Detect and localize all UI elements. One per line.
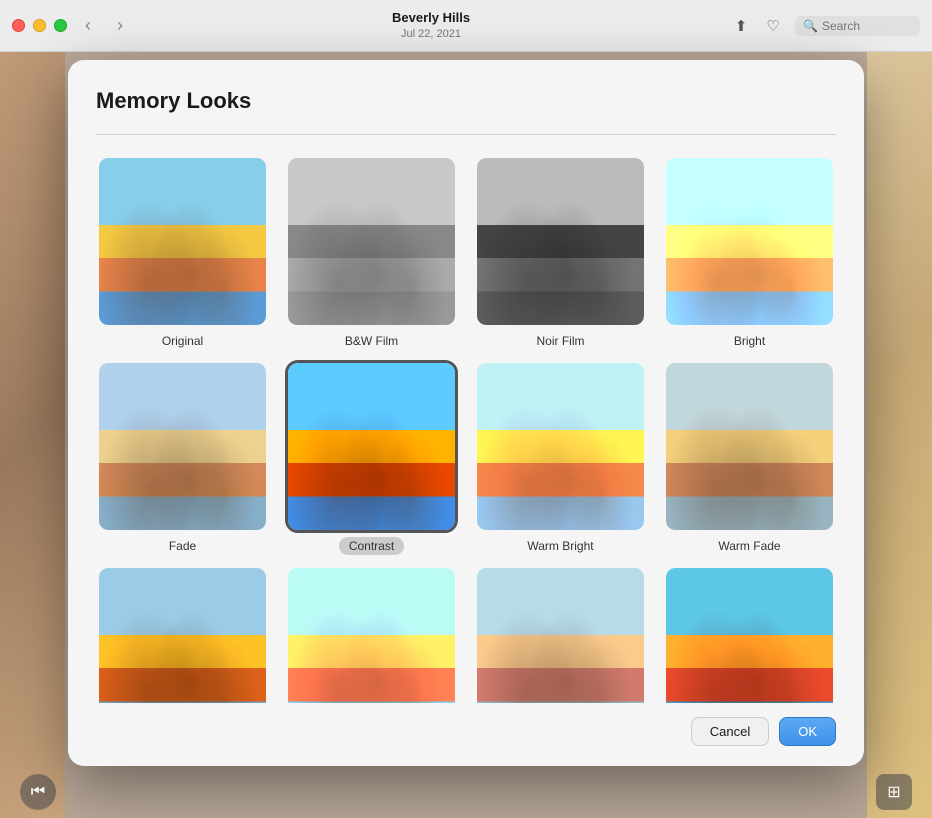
look-item-contrast[interactable]: Contrast [285, 360, 458, 553]
divider [96, 134, 836, 135]
skip-back-button[interactable]: ⏮ [20, 774, 56, 810]
window-subtitle: Jul 22, 2021 [401, 27, 461, 41]
window-title-area: Beverly Hills Jul 22, 2021 [131, 10, 731, 41]
search-icon: 🔍 [803, 19, 818, 33]
memory-looks-modal: Memory Looks Original B&W Film Noir Film Br… [68, 60, 864, 766]
thumb-contrast [288, 363, 455, 530]
traffic-lights [12, 19, 67, 32]
maximize-button[interactable] [54, 19, 67, 32]
look-item-cool-bright[interactable]: Cool Bright [285, 565, 458, 703]
thumb-original [99, 158, 266, 325]
thumb-wrap-bright [663, 155, 836, 328]
thumb-wrap-bw-film [285, 155, 458, 328]
thumb-wrap-warm-fade [663, 360, 836, 533]
look-item-bw-film[interactable]: B&W Film [285, 155, 458, 348]
ok-button[interactable]: OK [779, 717, 836, 746]
forward-arrow-icon[interactable]: › [109, 11, 131, 40]
looks-grid: Original B&W Film Noir Film Bright Fade Contr… [96, 155, 836, 703]
bottom-bar: ⏮ ⊞ [0, 766, 932, 818]
thumb-wrap-warm-bright [474, 360, 647, 533]
thumb-bright [666, 158, 833, 325]
thumb-noir-film [477, 158, 644, 325]
close-button[interactable] [12, 19, 25, 32]
look-label-fade: Fade [169, 539, 196, 553]
thumb-cool-contrast [666, 568, 833, 703]
thumb-wrap-fade [96, 360, 269, 533]
thumb-fade [99, 363, 266, 530]
grid-view-button[interactable]: ⊞ [876, 774, 912, 810]
thumb-wrap-warm-contrast [96, 565, 269, 703]
look-item-cool-fade[interactable]: Cool Fade [474, 565, 647, 703]
thumb-wrap-cool-fade [474, 565, 647, 703]
back-arrow-icon[interactable]: ‹ [77, 11, 99, 40]
thumb-wrap-contrast [285, 360, 458, 533]
look-item-warm-contrast[interactable]: Warm Contrast [96, 565, 269, 703]
modal-footer: Cancel OK [96, 703, 836, 746]
look-label-warm-fade: Warm Fade [718, 539, 780, 553]
look-item-warm-fade[interactable]: Warm Fade [663, 360, 836, 553]
look-item-original[interactable]: Original [96, 155, 269, 348]
modal-title: Memory Looks [96, 88, 836, 114]
bg-right [867, 52, 932, 818]
window-chrome: ‹ › Beverly Hills Jul 22, 2021 ⬆︎ ♡ 🔍 [0, 0, 932, 52]
look-label-original: Original [162, 334, 203, 348]
minimize-button[interactable] [33, 19, 46, 32]
look-item-fade[interactable]: Fade [96, 360, 269, 553]
look-item-cool-contrast[interactable]: Cool Contrast [663, 565, 836, 703]
look-item-noir-film[interactable]: Noir Film [474, 155, 647, 348]
thumb-cool-fade [477, 568, 644, 703]
look-label-bw-film: B&W Film [345, 334, 398, 348]
look-label-contrast: Contrast [339, 537, 404, 555]
heart-icon[interactable]: ♡ [763, 16, 783, 36]
thumb-bw-film [288, 158, 455, 325]
look-label-noir-film: Noir Film [537, 334, 585, 348]
thumb-cool-bright [288, 568, 455, 703]
look-item-bright[interactable]: Bright [663, 155, 836, 348]
chrome-toolbar: ⬆︎ ♡ 🔍 [731, 16, 920, 36]
thumb-wrap-noir-film [474, 155, 647, 328]
search-bar[interactable]: 🔍 [795, 16, 920, 36]
thumb-wrap-cool-bright [285, 565, 458, 703]
thumb-warm-contrast [99, 568, 266, 703]
look-label-bright: Bright [734, 334, 765, 348]
thumb-warm-fade [666, 363, 833, 530]
thumb-warm-bright [477, 363, 644, 530]
window-title: Beverly Hills [392, 10, 470, 27]
thumb-wrap-original [96, 155, 269, 328]
thumb-wrap-cool-contrast [663, 565, 836, 703]
cancel-button[interactable]: Cancel [691, 717, 769, 746]
look-item-warm-bright[interactable]: Warm Bright [474, 360, 647, 553]
look-label-warm-bright: Warm Bright [527, 539, 593, 553]
share-icon[interactable]: ⬆︎ [731, 16, 751, 36]
bg-left [0, 52, 65, 818]
search-input[interactable] [822, 19, 912, 33]
